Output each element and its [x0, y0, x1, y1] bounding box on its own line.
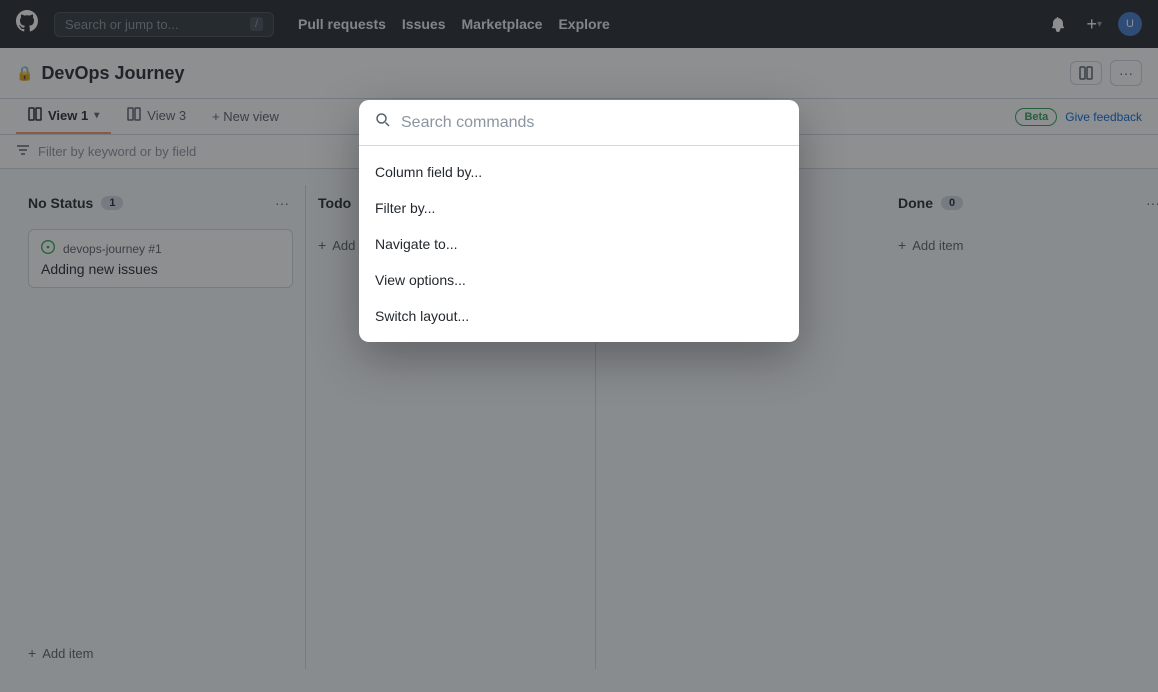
cp-item-navigate-to[interactable]: Navigate to... [359, 226, 799, 262]
command-palette-search-row [359, 100, 799, 146]
command-palette-input[interactable] [401, 114, 783, 132]
command-palette-list: Column field by... Filter by... Navigate… [359, 146, 799, 342]
command-palette-overlay[interactable]: Column field by... Filter by... Navigate… [0, 0, 1158, 692]
cp-item-filter-by[interactable]: Filter by... [359, 190, 799, 226]
cp-item-column-field[interactable]: Column field by... [359, 154, 799, 190]
cp-item-view-options[interactable]: View options... [359, 262, 799, 298]
command-palette: Column field by... Filter by... Navigate… [359, 100, 799, 342]
cp-item-switch-layout[interactable]: Switch layout... [359, 298, 799, 334]
command-palette-search-icon [375, 112, 391, 133]
